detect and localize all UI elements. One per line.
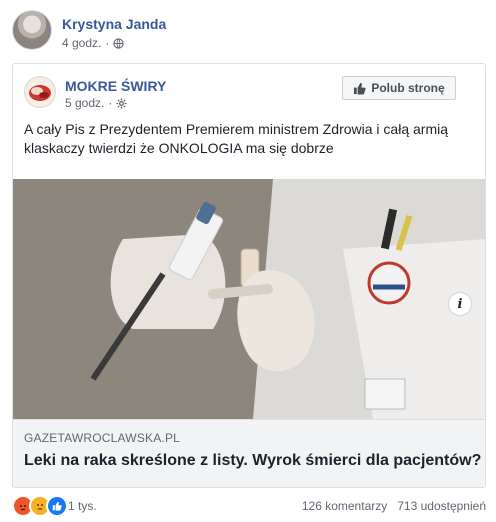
shared-post-time[interactable]: 5 godz. (65, 96, 104, 110)
comments-count[interactable]: 126 komentarzy (302, 499, 387, 513)
globe-icon[interactable] (113, 37, 125, 49)
meta-separator: · (105, 36, 110, 50)
page-meta: 5 godz. · (65, 96, 127, 110)
reactions-summary[interactable] (12, 495, 68, 517)
gear-icon[interactable] (116, 97, 127, 109)
meta-separator: · (108, 96, 113, 110)
author-name[interactable]: Krystyna Janda (62, 16, 166, 32)
thumbs-up-icon (354, 82, 366, 94)
like-page-label: Polub stronę (371, 81, 445, 95)
page-avatar[interactable] (24, 76, 56, 108)
like-page-button[interactable]: Polub stronę (342, 76, 456, 100)
page-name[interactable]: MOKRE ŚWIRY (65, 78, 166, 94)
shared-post-card: MOKRE ŚWIRY 5 godz. · Polub stronę A cał… (12, 63, 486, 488)
like-reaction-icon (46, 495, 68, 517)
post-time[interactable]: 4 godz. (62, 36, 101, 50)
link-title[interactable]: Leki na raka skreślone z listy. Wyrok śm… (24, 452, 481, 470)
post-footer: 1 tys. 126 komentarzy 713 udostępnień (12, 495, 486, 517)
link-preview-image[interactable] (13, 179, 485, 419)
link-domain: GAZETAWROCLAWSKA.PL (24, 431, 181, 445)
post-meta: 4 godz. · (62, 36, 125, 50)
info-button[interactable]: i (449, 293, 471, 315)
reactions-count[interactable]: 1 tys. (68, 499, 97, 513)
page-logo-icon (29, 85, 51, 101)
engagement-stats: 126 komentarzy 713 udostępnień (302, 499, 486, 513)
shares-count[interactable]: 713 udostępnień (397, 499, 486, 513)
post-text: A cały Pis z Prezydentem Premierem minis… (24, 121, 449, 156)
doctor-photo (13, 179, 485, 419)
link-caption[interactable]: GAZETAWROCLAWSKA.PL Leki na raka skreślo… (13, 419, 485, 487)
author-avatar[interactable] (12, 10, 52, 50)
